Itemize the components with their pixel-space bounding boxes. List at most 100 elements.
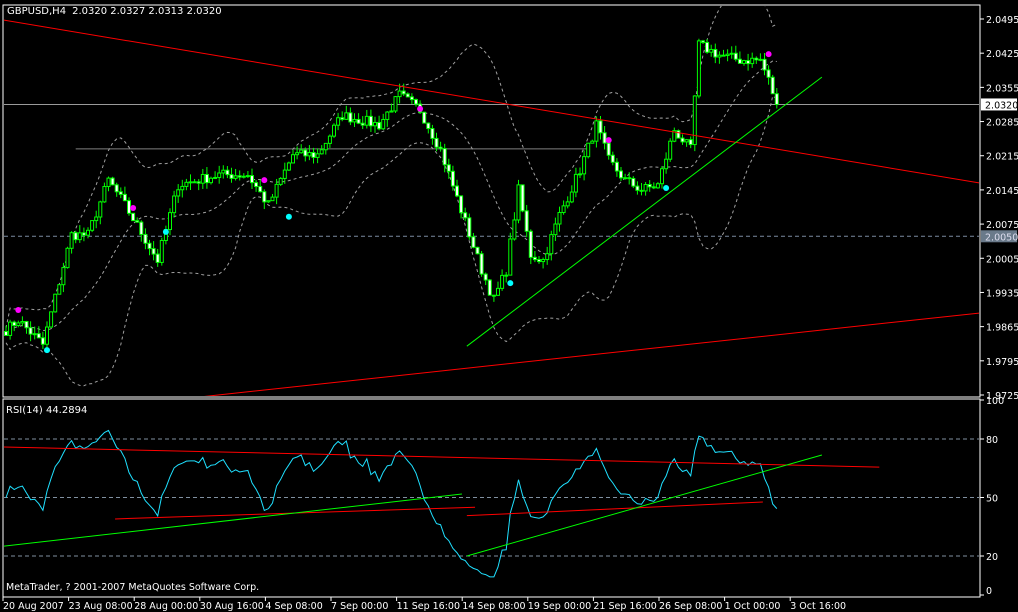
candle	[491, 294, 496, 302]
candle	[286, 161, 291, 171]
time-tick-label: 21 Sep 16:00	[593, 601, 656, 612]
bear-candle-body	[619, 170, 623, 179]
bear-candle-body	[766, 69, 771, 78]
bull-candle-body	[200, 173, 205, 184]
bear-candle-body	[204, 173, 209, 184]
fractal-up-marker	[130, 204, 137, 211]
candle	[4, 325, 8, 336]
bull-candle-body	[336, 117, 341, 126]
bull-candle-body	[578, 173, 582, 176]
candle	[245, 170, 250, 179]
time-axis[interactable]: 20 Aug 2007 23 Aug 08:00 28 Aug 00:00 30 Au…	[2, 596, 980, 612]
bull-candle-body	[504, 274, 509, 277]
candle	[549, 230, 554, 261]
bull-candle-body	[549, 234, 554, 255]
time-tick-label: 28 Aug 00:00	[134, 601, 198, 612]
candle	[610, 151, 615, 166]
bear-candle-body	[606, 142, 611, 156]
bear-candle-body	[401, 90, 406, 95]
bull-candle-body	[541, 259, 546, 263]
candle	[725, 49, 730, 62]
candle	[561, 200, 566, 215]
candle	[639, 182, 644, 196]
bear-candle-body	[426, 122, 431, 130]
bear-candle-body	[455, 185, 459, 197]
rsi-tick-label: 0	[986, 586, 992, 597]
rsi-panel[interactable]	[3, 429, 980, 578]
candle	[73, 230, 78, 244]
candle	[81, 227, 86, 242]
bear-candle-body	[303, 149, 308, 157]
bull-candle-body	[32, 333, 37, 336]
fractal-up-marker	[261, 177, 268, 184]
chart-window[interactable]: 2.0495 2.0425 2.0355 2.0285 2.0215 2.0145 2.00…	[0, 0, 1018, 612]
bull-candle-body	[213, 176, 218, 179]
candle	[139, 220, 144, 242]
candle	[766, 65, 771, 85]
candle	[188, 174, 193, 190]
time-tick-label: 23 Aug 08:00	[69, 601, 133, 612]
bull-candle-body	[282, 169, 287, 179]
candle	[225, 166, 230, 179]
bear-candle-body	[610, 154, 615, 163]
time-tick-label: 14 Sep 08:00	[462, 601, 525, 612]
candle	[414, 98, 418, 107]
bear-candle-body	[311, 152, 316, 158]
red-trendline[interactable]	[200, 312, 980, 397]
bull-candle-body	[159, 239, 164, 263]
bull-candle-body	[516, 184, 521, 221]
candle	[20, 316, 25, 327]
bollinger-lower-band	[5, 95, 778, 387]
bull-candle-body	[643, 184, 648, 192]
bull-candle-body	[508, 238, 513, 276]
candle	[721, 49, 726, 57]
rsi-green-trendline[interactable]	[466, 454, 823, 557]
bear-candle-body	[442, 148, 447, 166]
candle	[467, 213, 472, 240]
candle	[553, 217, 558, 241]
bull-candle-body	[176, 189, 181, 197]
candle	[135, 217, 140, 223]
red-trendline[interactable]	[3, 19, 980, 184]
bull-candle-body	[561, 205, 566, 214]
candle	[332, 123, 336, 138]
candle	[45, 321, 49, 352]
candle	[557, 206, 562, 232]
candle	[762, 53, 767, 76]
candle	[315, 148, 320, 164]
bear-candle-body	[524, 210, 529, 232]
candle	[602, 126, 607, 150]
rsi-label: RSI(14) 44.2894	[6, 405, 87, 416]
rsi-tick-label: 50	[986, 494, 998, 505]
bull-candle-body	[582, 156, 587, 175]
candle	[664, 152, 669, 174]
bear-candle-body	[40, 337, 45, 345]
bull-candle-body	[586, 142, 591, 158]
candle	[594, 116, 599, 148]
price-panel[interactable]	[3, 0, 980, 397]
time-tick-label: 20 Aug 2007	[3, 601, 64, 612]
price-tick-label: 1.9795	[986, 357, 1018, 368]
rsi-green-trendline[interactable]	[3, 493, 462, 547]
bull-candle-body	[684, 139, 689, 143]
bear-candle-body	[627, 177, 632, 180]
candle	[192, 178, 197, 184]
candle	[729, 46, 734, 59]
rsi-red-trendline[interactable]	[3, 446, 880, 468]
candle	[717, 51, 722, 64]
candle	[184, 178, 189, 191]
bear-candle-body	[118, 191, 123, 195]
bear-candle-body	[647, 184, 652, 188]
bull-candle-body	[90, 220, 95, 231]
candle	[696, 38, 701, 99]
price-axis[interactable]: 2.0495 2.0425 2.0355 2.0285 2.0215 2.0145 2.00…	[980, 15, 1018, 402]
bull-candle-body	[241, 175, 246, 178]
rsi-line	[5, 429, 778, 578]
fractal-down-marker	[44, 347, 50, 354]
candle	[705, 39, 710, 54]
candle	[143, 228, 148, 250]
price-tick-label: 1.9865	[986, 323, 1018, 334]
bull-candle-body	[569, 191, 574, 203]
bull-candle-body	[65, 247, 70, 269]
candle	[532, 251, 537, 263]
